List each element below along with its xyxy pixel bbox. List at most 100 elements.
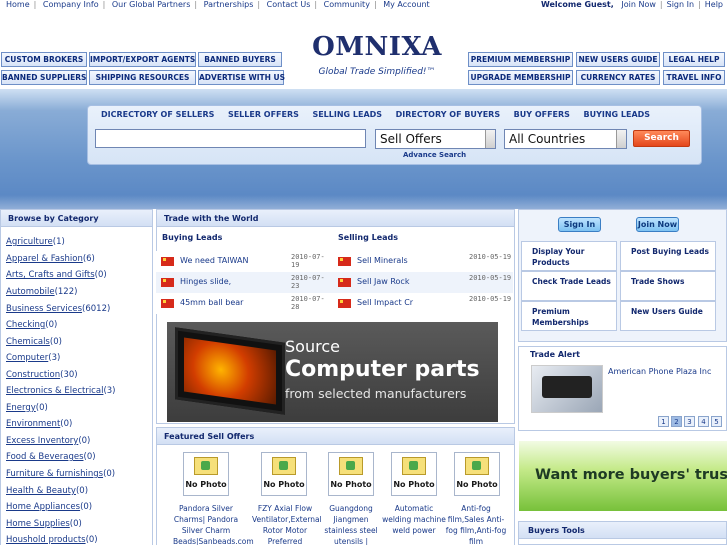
product-thumbnail[interactable]: No Photo [391,452,437,496]
trade-alert-image[interactable] [531,365,603,413]
category-item[interactable]: Excess Inventory(0) [6,436,90,446]
category-item[interactable]: Automobile(122) [6,287,77,297]
no-photo-icon [339,457,363,475]
china-flag-icon [338,278,351,287]
nav-banned-buyers[interactable]: BANNED BUYERS [198,52,282,67]
help-link[interactable]: Help [705,0,723,9]
category-item[interactable]: Arts, Crafts and Gifts(0) [6,270,107,280]
tab-buying-leads[interactable]: BUYING LEADS [584,110,651,119]
buyers-trust-banner[interactable]: Want more buyers' trust? [519,441,727,511]
selling-lead-row[interactable]: Sell Impact Cr 2010-05-19 [333,293,513,314]
display-products-link[interactable]: Display Your Products [521,241,617,271]
buying-lead-row[interactable]: Hinges slide, 2010-07-23 [156,272,333,293]
nav-custom-brokers[interactable]: CUSTOM BROKERS [1,52,87,67]
category-item[interactable]: Home Appliances(0) [6,502,92,512]
tab-directory-of-sellers[interactable]: DICRECTORY OF SELLERS [101,110,214,119]
search-button[interactable]: Search [633,130,690,147]
country-select[interactable]: All Countries [504,129,627,149]
page-1[interactable]: 1 [658,416,669,427]
top-link-home[interactable]: Home [6,0,30,9]
omnixa-logo[interactable]: OMNIXA [296,30,458,64]
nav-new-users-guide[interactable]: NEW USERS GUIDE [576,52,660,67]
nav-upgrade-membership[interactable]: UPGRADE MEMBERSHIP [468,70,573,85]
no-photo-icon [402,457,426,475]
china-flag-icon [161,299,174,308]
no-photo-icon [272,457,296,475]
china-flag-icon [338,257,351,266]
buyers-tools-title: Buyers Tools [519,522,726,539]
check-trade-leads-link[interactable]: Check Trade Leads [521,271,617,301]
tab-seller-offers[interactable]: SELLER OFFERS [228,110,299,119]
tab-buy-offers[interactable]: BUY OFFERS [514,110,570,119]
join-now-button[interactable]: Join Now [636,217,679,232]
nav-premium-membership[interactable]: PREMIUM MEMBERSHIP [468,52,573,67]
buying-lead-row[interactable]: We need TAIWAN 2010-07-19 [156,251,333,272]
product-thumbnail[interactable]: No Photo [454,452,500,496]
computer-parts-banner[interactable]: Source Computer parts from selected manu… [167,322,498,422]
category-item[interactable]: Business Services(6012) [6,304,110,314]
page-5[interactable]: 5 [711,416,722,427]
category-item[interactable]: Computer(3) [6,353,60,363]
new-users-guide-link[interactable]: New Users Guide [620,301,716,331]
offer-type-select[interactable]: Sell Offers [375,129,496,149]
top-bar: Home | Company Info | Our Global Partners |… [0,0,727,11]
trade-shows-link[interactable]: Trade Shows [620,271,716,301]
nav-banned-suppliers[interactable]: BANNED SUPPLIERS [1,70,87,85]
sign-in-link[interactable]: Sign In [667,0,694,9]
post-buying-leads-link[interactable]: Post Buying Leads [620,241,716,271]
join-now-link[interactable]: Join Now [621,0,656,9]
top-link-company-info[interactable]: Company Info [43,0,99,9]
category-item[interactable]: Houshold products(0) [6,535,98,545]
product-thumbnail[interactable]: No Photo [261,452,307,496]
product-thumbnail[interactable]: No Photo [328,452,374,496]
product-caption[interactable]: FZY Axial Flow Ventilator,External Rotor… [252,503,322,545]
nav-currency-rates[interactable]: CURRENCY RATES [576,70,660,85]
premium-memberships-link[interactable]: Premium Memberships [521,301,617,331]
product-caption[interactable]: Pandora Silver Charms| Pandora Silver Ch… [173,503,254,545]
category-item[interactable]: Electronics & Electrical(3) [6,386,115,396]
top-link-global-partners[interactable]: Our Global Partners [112,0,191,9]
page-4[interactable]: 4 [698,416,709,427]
nav-travel-info[interactable]: TRAVEL INFO [663,70,725,85]
top-link-contact-us[interactable]: Contact Us [267,0,311,9]
product-caption[interactable]: Anti-fog film,Sales Anti-fog film,Anti-f… [445,503,507,545]
top-link-my-account[interactable]: My Account [383,0,429,9]
category-item[interactable]: Agriculture(1) [6,237,65,247]
nav-import-export-agents[interactable]: IMPORT/EXPORT AGENTS [89,52,196,67]
category-item[interactable]: Chemicals(0) [6,337,62,347]
nav-advertise-with-us[interactable]: ADVERTISE WITH US [198,70,285,85]
top-link-partnerships[interactable]: Partnerships [204,0,254,9]
category-item[interactable]: Checking(0) [6,320,57,330]
search-input[interactable] [95,129,366,148]
welcome-text: Welcome Guest, [540,0,614,9]
category-item[interactable]: Environment(0) [6,419,72,429]
category-item[interactable]: Energy(0) [6,403,48,413]
product-caption[interactable]: Automatic welding machine weld power [381,503,447,536]
selling-lead-row[interactable]: Sell Jaw Rock 2010-05-19 [333,272,513,293]
trade-alert-item[interactable]: American Phone Plaza Inc [608,367,711,376]
category-item[interactable]: Construction(30) [6,370,78,380]
buying-lead-row[interactable]: 45mm ball bear 2010-07-28 [156,293,333,314]
sign-in-button[interactable]: Sign In [558,217,601,232]
category-item[interactable]: Furniture & furnishings(0) [6,469,115,479]
category-item[interactable]: Food & Beverages(0) [6,452,96,462]
country-value: All Countries [509,132,586,146]
buying-leads-title: Buying Leads [162,233,223,242]
nav-legal-help[interactable]: LEGAL HELP [663,52,725,67]
chevron-down-icon [616,130,626,148]
banner-line3: from selected manufacturers [285,386,467,401]
selling-lead-row[interactable]: Sell Minerals 2010-05-19 [333,251,513,272]
page-3[interactable]: 3 [684,416,695,427]
category-item[interactable]: Home Supplies(0) [6,519,82,529]
tab-selling-leads[interactable]: SELLING LEADS [312,110,382,119]
product-caption[interactable]: Guangdong Jiangmen stainless steel utens… [318,503,384,545]
product-thumbnail[interactable]: No Photo [183,452,229,496]
nav-shipping-resources[interactable]: SHIPPING RESOURCES [89,70,196,85]
advance-search-link[interactable]: Advance Search [403,151,466,159]
page-2[interactable]: 2 [671,416,682,427]
buyers-tools-panel: Buyers Tools [518,521,727,545]
tab-directory-of-buyers[interactable]: DIRECTORY OF BUYERS [396,110,501,119]
category-item[interactable]: Health & Beauty(0) [6,486,88,496]
top-link-community[interactable]: Community [324,0,370,9]
category-item[interactable]: Apparel & Fashion(6) [6,254,95,264]
